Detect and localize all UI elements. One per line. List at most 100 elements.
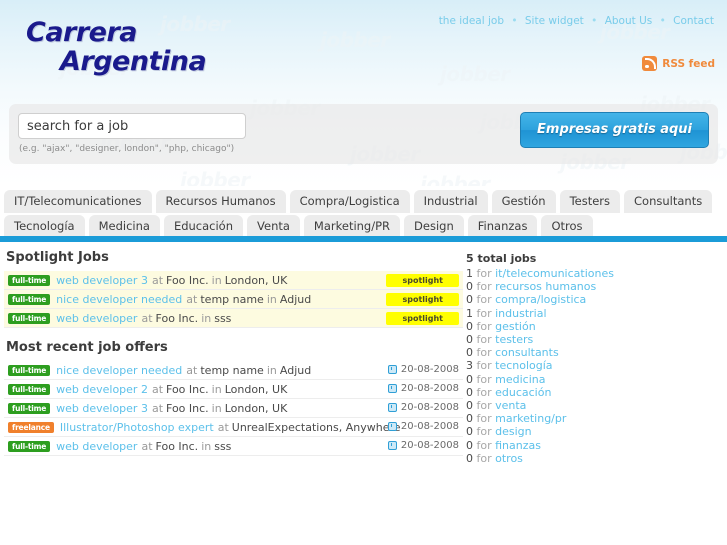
sidebar-category-row[interactable]: 0 for testers (466, 333, 724, 346)
job-date: 20-08-2008 (387, 440, 459, 451)
tab-gesti-n[interactable]: Gestión (491, 190, 556, 213)
tab-industrial[interactable]: Industrial (413, 190, 488, 213)
job-date-text: 20-08-2008 (400, 421, 459, 432)
job-row[interactable]: full-time web developer at Foo Inc. in sss 20-… (4, 437, 463, 456)
rss-feed-link[interactable]: RSS feed (642, 56, 715, 71)
sidebar-for-word: for (473, 412, 496, 426)
tab-testers[interactable]: Testers (559, 190, 621, 213)
rss-feed-label: RSS feed (662, 57, 715, 70)
job-row[interactable]: full-time nice developer needed at temp nam… (4, 290, 463, 309)
sidebar-for-word: for (473, 306, 496, 320)
tab-design[interactable]: Design (404, 215, 464, 238)
sidebar-category-row[interactable]: 3 for tecnología (466, 359, 724, 372)
tab-tecnolog-a[interactable]: Tecnología (4, 215, 85, 238)
tab-finanzas[interactable]: Finanzas (467, 215, 538, 238)
job-title-link[interactable]: web developer 3 (56, 274, 148, 287)
job-row[interactable]: full-time web developer 3 at Foo Inc. in Lond… (4, 399, 463, 418)
tab-compra-logistica[interactable]: Compra/Logistica (289, 190, 410, 213)
sidebar-category-row[interactable]: 1 for it/telecomunicationes (466, 267, 724, 280)
job-row[interactable]: full-time web developer 3 at Foo Inc. in Lond… (4, 271, 463, 290)
topnav-item-contact[interactable]: Contact (672, 15, 715, 27)
topnav-separator: • (659, 15, 666, 27)
sidebar-category-count: 0 (466, 425, 473, 439)
tab-marketing-pr[interactable]: Marketing/PR (303, 215, 401, 238)
sidebar-category-row[interactable]: 0 for gestión (466, 320, 724, 333)
site-logo[interactable]: Carrera Argentina (26, 18, 207, 76)
search-input[interactable] (18, 113, 246, 139)
job-location: Adjud (279, 292, 312, 306)
tab-recursos-humanos[interactable]: Recursos Humanos (155, 190, 286, 213)
job-row[interactable]: freelance Illustrator/Photoshop expert at U… (4, 418, 463, 437)
job-location: London, UK (224, 382, 288, 396)
sidebar-category-link[interactable]: recursos humanos (495, 280, 596, 293)
site-header: jobber jobber jobber jobber jobber jobber jobb… (0, 0, 727, 186)
job-row[interactable]: full-time web developer at Foo Inc. in sss spo… (4, 309, 463, 328)
topnav-item-about-us[interactable]: About Us (604, 15, 654, 27)
sidebar-category-row[interactable]: 0 for consultants (466, 346, 724, 359)
sidebar-category-link[interactable]: industrial (495, 307, 546, 320)
job-title-link[interactable]: web developer 3 (56, 402, 148, 415)
sidebar-category-link[interactable]: testers (495, 333, 533, 346)
job-row[interactable]: full-time web developer 2 at Foo Inc. in Lond… (4, 380, 463, 399)
recent-section-title: Most recent job offers (6, 340, 168, 355)
job-date: 20-08-2008 (387, 402, 459, 413)
topnav-item-site-widget[interactable]: Site widget (524, 15, 585, 27)
sidebar-category-link[interactable]: medicina (495, 373, 545, 386)
clock-icon (387, 365, 397, 374)
tab-venta[interactable]: Venta (247, 215, 300, 238)
job-title-link[interactable]: web developer (56, 440, 137, 453)
job-at-word: at (186, 292, 198, 306)
sidebar-category-link[interactable]: compra/logistica (495, 293, 586, 306)
tab-educaci-n[interactable]: Educación (163, 215, 244, 238)
sidebar-category-link[interactable]: otros (495, 452, 523, 465)
clock-icon (387, 441, 397, 450)
job-title-link[interactable]: web developer 2 (56, 383, 148, 396)
topnav-item-the-ideal-job[interactable]: the ideal job (438, 15, 505, 27)
watermark-text: jobber (320, 28, 390, 52)
sidebar-category-list: 1 for it/telecomunicationes 0 for recurso… (466, 267, 724, 465)
job-row[interactable]: full-time nice developer needed at temp nam… (4, 361, 463, 380)
empresas-gratis-button[interactable]: Empresas gratis aqui (520, 112, 709, 148)
tab-consultants[interactable]: Consultants (624, 190, 713, 213)
job-company: Foo Inc. (166, 401, 209, 415)
sidebar-category-link[interactable]: tecnología (495, 359, 552, 372)
sidebar-category-count: 0 (466, 385, 473, 399)
sidebar-category-row[interactable]: 0 for finanzas (466, 439, 724, 452)
sidebar-category-row[interactable]: 0 for educación (466, 386, 724, 399)
sidebar-category-row[interactable]: 0 for otros (466, 452, 724, 465)
main-column: Spotlight Jobs full-time web developer 3a… (0, 242, 463, 456)
sidebar-category-link[interactable]: it/telecomunicationes (495, 267, 614, 280)
sidebar-category-link[interactable]: gestión (495, 320, 536, 333)
sidebar-for-word: for (473, 333, 496, 347)
sidebar-category-row[interactable]: 0 for marketing/pr (466, 412, 724, 425)
sidebar-category-count: 0 (466, 333, 473, 347)
tab-medicina[interactable]: Medicina (88, 215, 160, 238)
job-at-word: at (141, 439, 153, 453)
job-date: 20-08-2008 (387, 383, 459, 394)
tab-otros[interactable]: Otros (541, 215, 593, 238)
job-title-link[interactable]: web developer (56, 312, 137, 325)
job-title-link[interactable]: nice developer needed (56, 364, 182, 377)
sidebar-category-link[interactable]: educación (495, 386, 551, 399)
sidebar-category-row[interactable]: 0 for compra/logistica (466, 293, 724, 306)
sidebar-category-link[interactable]: finanzas (495, 439, 541, 452)
job-title-link[interactable]: Illustrator/Photoshop expert (60, 421, 214, 434)
sidebar-for-word: for (473, 399, 496, 413)
job-company: Foo Inc. (155, 439, 199, 453)
sidebar-category-link[interactable]: consultants (495, 346, 559, 359)
sidebar-category-row[interactable]: 0 for medicina (466, 373, 724, 386)
sidebar-category-link[interactable]: marketing/pr (495, 412, 566, 425)
spotlight-badge: spotlight (386, 293, 459, 306)
sidebar-category-row[interactable]: 0 for recursos humanos (466, 280, 724, 293)
job-title-link[interactable]: nice developer needed (56, 293, 182, 306)
sidebar-category-row[interactable]: 0 for venta (466, 399, 724, 412)
topnav-separator: • (511, 15, 518, 27)
sidebar-category-link[interactable]: venta (495, 399, 526, 412)
sidebar-category-row[interactable]: 0 for design (466, 425, 724, 438)
sidebar-for-word: for (473, 359, 496, 373)
sidebar-for-word: for (473, 438, 496, 452)
sidebar-category-row[interactable]: 1 for industrial (466, 307, 724, 320)
tab-it-telecomunicationes[interactable]: IT/Telecomunicationes (4, 190, 152, 213)
sidebar-category-link[interactable]: design (495, 425, 532, 438)
job-at-word: at (151, 273, 164, 287)
